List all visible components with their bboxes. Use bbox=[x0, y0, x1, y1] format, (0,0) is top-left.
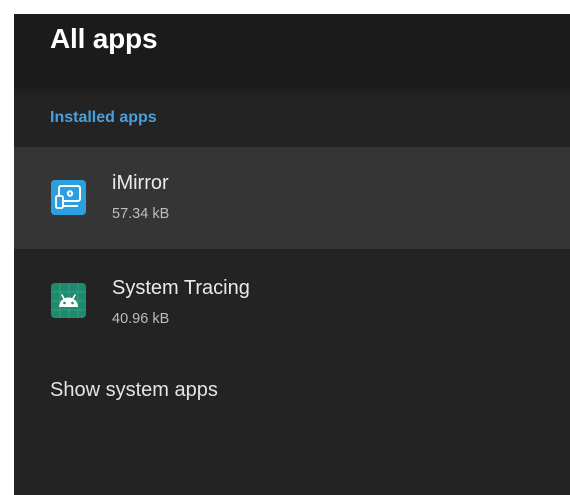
show-system-apps-item[interactable]: Show system apps bbox=[50, 378, 218, 402]
page-title: All apps bbox=[50, 23, 158, 54]
app-row-system-tracing[interactable]: System Tracing 40.96 kB bbox=[14, 249, 570, 351]
app-list-panel: All apps Installed apps iMirror 57.34 kB bbox=[14, 14, 570, 495]
app-row-imirror[interactable]: iMirror 57.34 kB bbox=[14, 147, 570, 249]
section-header-installed-apps: Installed apps bbox=[50, 109, 157, 126]
imirror-app-icon bbox=[51, 180, 86, 215]
header-divider bbox=[14, 88, 570, 96]
android-app-icon bbox=[51, 283, 86, 318]
app-size: 40.96 kB bbox=[112, 311, 170, 327]
app-size: 57.34 kB bbox=[112, 206, 170, 222]
app-name: System Tracing bbox=[112, 277, 250, 299]
app-name: iMirror bbox=[112, 172, 169, 194]
header-bar: All apps bbox=[14, 14, 570, 88]
